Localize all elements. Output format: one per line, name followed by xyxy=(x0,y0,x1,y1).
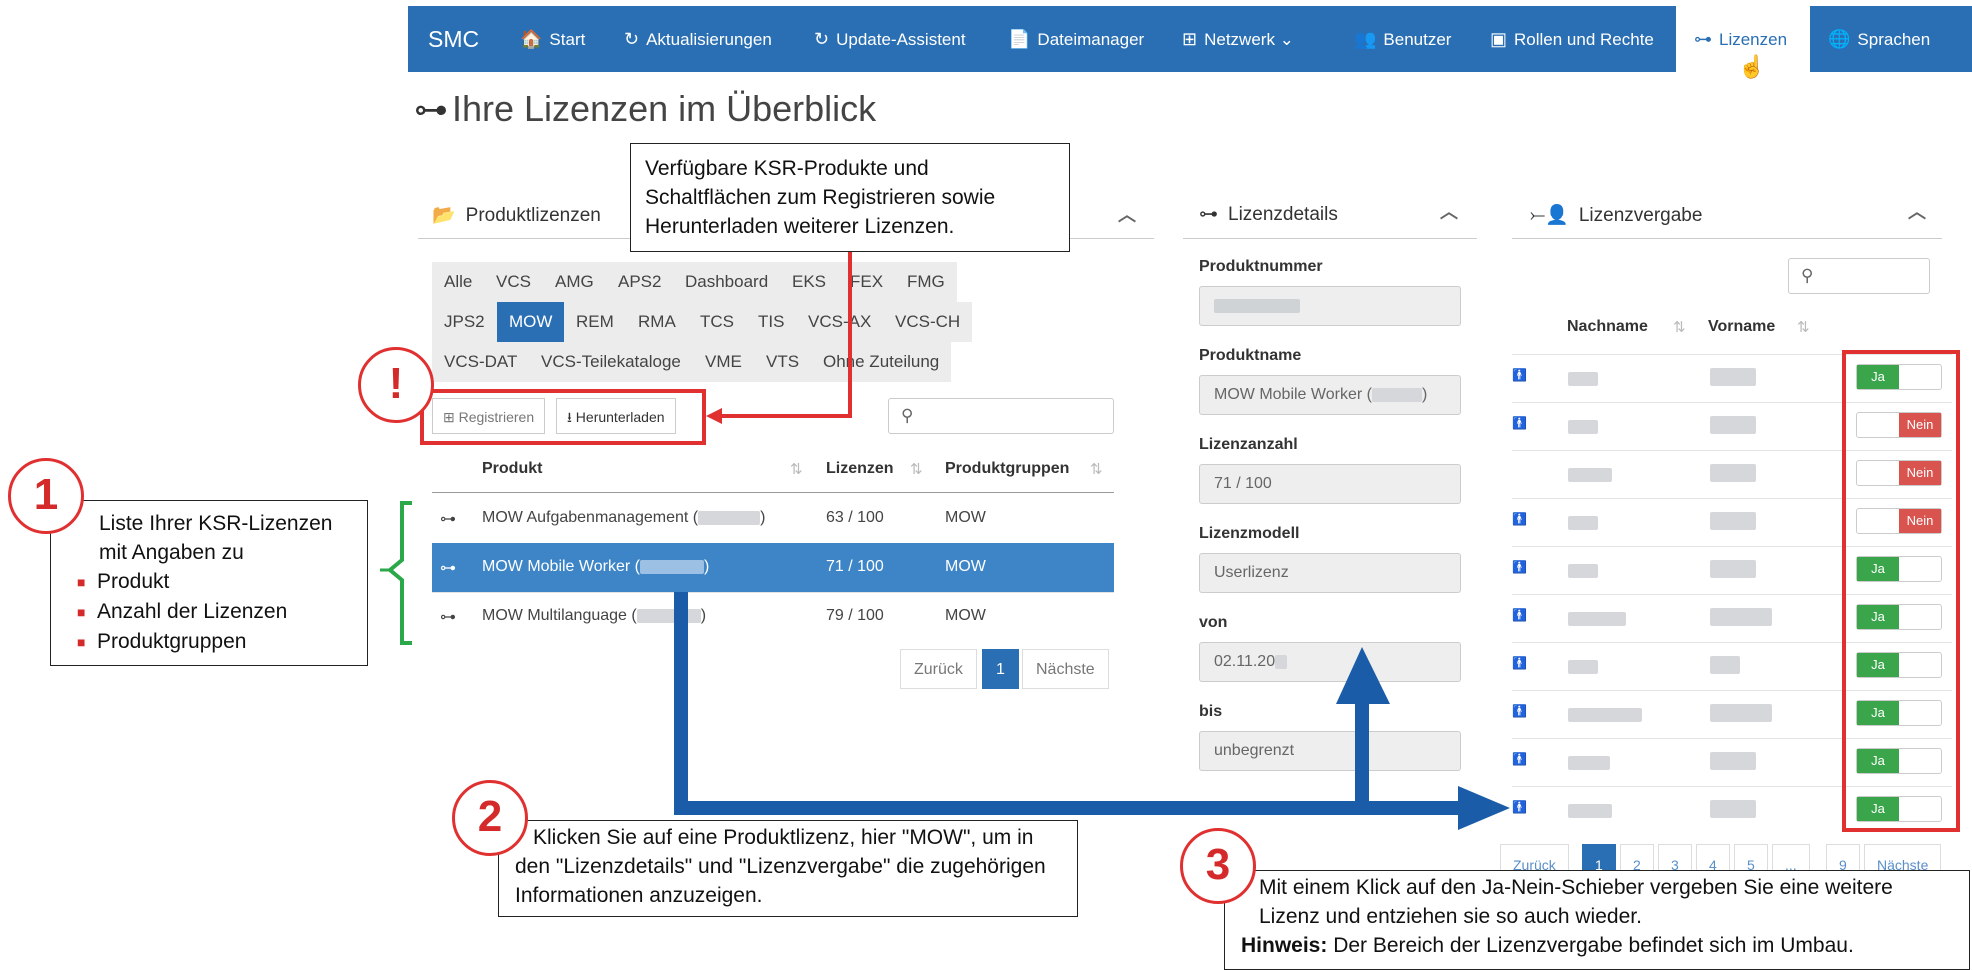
callout-2: Klicken Sie auf eine Produktlizenz, hier… xyxy=(498,820,1078,917)
green-bracket xyxy=(386,501,412,645)
red-arrow-line xyxy=(722,250,852,418)
highlight-toggles xyxy=(1842,350,1960,832)
callout-top: Verfügbare KSR-Produkte und Schaltfläche… xyxy=(630,143,1070,252)
callout-3: Mit einem Klick auf den Ja-Nein-Schieber… xyxy=(1224,870,1970,970)
callout-bullet-item: ■ Produkt xyxy=(77,570,170,593)
marker-3: 3 xyxy=(1180,828,1256,904)
red-arrowhead xyxy=(706,408,722,424)
highlight-buttons xyxy=(420,389,706,445)
cursor-hand-icon: ☝ xyxy=(1738,54,1766,79)
callout-1: Liste Ihrer KSR-Lizenzen mit Angaben zu … xyxy=(50,500,368,666)
marker-1: 1 xyxy=(8,458,84,534)
exclamation-marker: ! xyxy=(358,347,434,423)
callout-bullet-item: ■ Produktgruppen xyxy=(77,629,247,653)
callout-bullet-item: ■ Anzahl der Lizenzen xyxy=(77,599,288,623)
blue-arrowhead-right xyxy=(1458,786,1510,830)
blue-arrowhead-up xyxy=(1336,647,1390,704)
marker-2: 2 xyxy=(452,780,528,856)
